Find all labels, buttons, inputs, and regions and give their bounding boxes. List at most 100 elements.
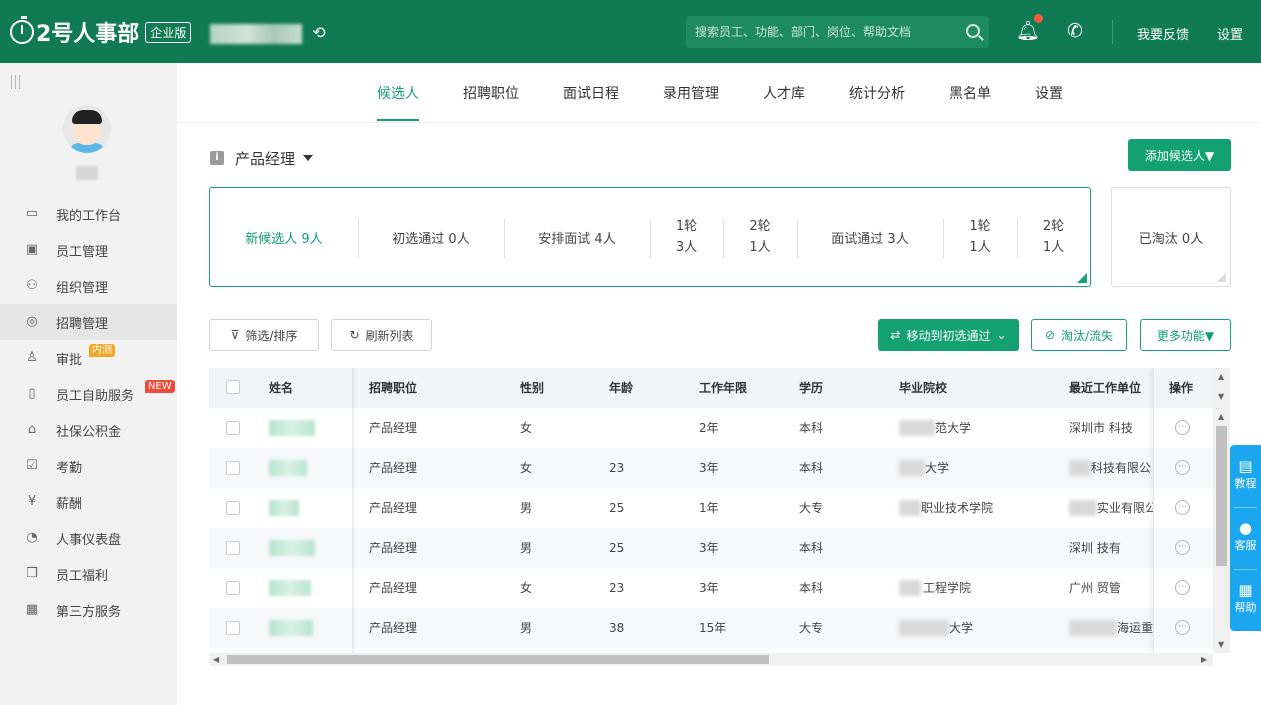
table-row[interactable]: 产品经理 女 2年 本科 范大学 深圳市 科技 ⋯ — [209, 408, 1213, 448]
sidebar-item-attendance[interactable]: ☑ 考勤 — [0, 448, 177, 484]
refresh-list-button[interactable]: ↻ 刷新列表 — [331, 319, 432, 351]
candidate-name-redacted[interactable] — [269, 620, 313, 636]
column-header[interactable]: 学历 — [799, 368, 823, 408]
stage-eliminated[interactable]: 已淘汰 0人 — [1111, 187, 1231, 287]
table-row[interactable]: 产品经理 女 23 3年 本科 大学 科技有限公 ⋯ — [209, 448, 1213, 488]
add-candidate-button[interactable]: 添加候选人▼ — [1128, 139, 1231, 171]
stage-interview-pass[interactable]: 面试通过 3人 — [797, 188, 943, 286]
column-header[interactable]: 最近工作单位 — [1069, 368, 1141, 408]
column-header[interactable]: 招聘职位 — [369, 368, 417, 408]
tab-interview-schedule[interactable]: 面试日程 — [563, 83, 619, 103]
scroll-right-icon[interactable]: ▶ — [1201, 653, 1207, 666]
scroll-down-icon[interactable]: ▼ — [1218, 392, 1224, 401]
customer-service-button[interactable]: ● 客服 — [1230, 519, 1261, 553]
sidebar-item-third-party[interactable]: ▦ 第三方服务 — [0, 592, 177, 628]
cell-company: 科技有限公 — [1091, 461, 1152, 475]
sidebar-item-self-service[interactable]: ▯ 员工自助服务 NEW — [0, 376, 177, 412]
house-icon: ⌂ — [27, 422, 37, 437]
sidebar-item-dashboard[interactable]: ◔ 人事仪表盘 — [0, 520, 177, 556]
eliminate-button[interactable]: ⊘ 淘汰/流失 — [1031, 319, 1127, 351]
row-checkbox[interactable] — [226, 541, 240, 555]
candidate-name-redacted[interactable] — [269, 540, 315, 556]
tab-blacklist[interactable]: 黑名单 — [949, 83, 991, 103]
row-checkbox[interactable] — [226, 581, 240, 595]
stage-screen-pass[interactable]: 初选通过 0人 — [358, 188, 504, 286]
horizontal-scrollbar[interactable]: ◀ ▶ — [209, 653, 1213, 666]
table-row[interactable]: 产品经理 男 38 15年 大专 大学 海运重 ⋯ — [209, 608, 1213, 648]
scroll-thumb[interactable] — [227, 655, 769, 664]
table-row[interactable]: 产品经理 女 23 3年 本科 工程学院 广州 贸管 ⋯ — [209, 568, 1213, 608]
vertical-scrollbar[interactable]: ▲ ▼ ▲ ▼ — [1213, 368, 1230, 653]
column-header[interactable]: 性别 — [520, 368, 544, 408]
column-header[interactable]: 工作年限 — [699, 368, 747, 408]
company-name-redacted[interactable] — [210, 24, 302, 44]
tab-offer-management[interactable]: 录用管理 — [663, 83, 719, 103]
column-header[interactable]: 毕业院校 — [899, 368, 947, 408]
stage-arrange-interview[interactable]: 安排面试 4人 — [504, 188, 650, 286]
table-row[interactable]: 产品经理 男 25 3年 本科 深圳 技有 ⋯ — [209, 528, 1213, 568]
scroll-thumb[interactable] — [1216, 426, 1227, 566]
phone-icon[interactable]: ✆ — [1064, 20, 1086, 42]
sidebar-item-organization[interactable]: ⚇ 组织管理 — [0, 268, 177, 304]
divider — [1234, 569, 1257, 570]
filter-sort-button[interactable]: ⊽ 筛选/排序 — [209, 319, 319, 351]
stage-arrange-round-1[interactable]: 1轮 3人 — [650, 188, 723, 286]
move-to-screen-pass-button[interactable]: ⇄ 移动到初选通过 ⌄ — [878, 319, 1019, 351]
row-checkbox[interactable] — [226, 461, 240, 475]
table-row[interactable]: 产品经理 男 25 1年 大专 职业技术学院 实业有限公 ⋯ — [209, 488, 1213, 528]
switch-company-icon[interactable]: ⟲ — [310, 24, 328, 42]
more-functions-button[interactable]: 更多功能▼ — [1140, 319, 1231, 351]
move-label: 移动到初选通过 — [906, 328, 991, 343]
sidebar-item-employees[interactable]: ▣ 员工管理 — [0, 232, 177, 268]
scroll-up-icon[interactable]: ▲ — [1218, 372, 1224, 381]
sidebar-item-approval[interactable]: ♙ 审批 内测 — [0, 340, 177, 376]
id-card-icon: ▤ — [1238, 457, 1253, 475]
collapse-sidebar-icon[interactable] — [11, 75, 24, 89]
candidate-name-redacted[interactable] — [269, 580, 311, 596]
tab-settings[interactable]: 设置 — [1035, 83, 1063, 103]
column-header[interactable]: 年龄 — [609, 368, 633, 408]
sidebar-item-workbench[interactable]: ▭ 我的工作台 — [0, 196, 177, 232]
row-checkbox[interactable] — [226, 501, 240, 515]
select-all-checkbox[interactable] — [226, 380, 240, 394]
settings-link[interactable]: 设置 — [1217, 24, 1243, 43]
position-select[interactable]: i 产品经理 — [210, 148, 314, 168]
candidate-name-redacted[interactable] — [269, 500, 299, 516]
help-label: 帮助 — [1234, 601, 1257, 614]
column-header[interactable]: 姓名 — [269, 368, 293, 408]
candidate-name-redacted[interactable] — [269, 460, 307, 476]
sidebar-item-payroll[interactable]: ¥ 薪酬 — [0, 484, 177, 520]
sidebar-item-benefits[interactable]: ❒ 员工福利 — [0, 556, 177, 592]
row-checkbox[interactable] — [226, 421, 240, 435]
sidebar-item-social-security[interactable]: ⌂ 社保公积金 — [0, 412, 177, 448]
tab-job-positions[interactable]: 招聘职位 — [463, 83, 519, 103]
search-icon[interactable] — [966, 24, 980, 38]
search-input[interactable] — [686, 16, 956, 48]
stage-arrange-round-2[interactable]: 2轮 1人 — [723, 188, 797, 286]
help-button[interactable]: ▦ 帮助 — [1230, 581, 1261, 615]
avatar[interactable] — [63, 105, 111, 153]
sidebar-item-recruitment[interactable]: ◎ 招聘管理 — [0, 304, 177, 340]
feedback-link[interactable]: 我要反馈 — [1137, 24, 1189, 43]
stage-new-candidates[interactable]: 新候选人 9人 — [210, 188, 358, 286]
sidebar-item-label: 人事仪表盘 — [56, 532, 122, 548]
tab-statistics[interactable]: 统计分析 — [849, 83, 905, 103]
logo[interactable]: 2号人事部 企业版 — [10, 15, 192, 49]
bell-icon[interactable]: 🔔︎ — [1016, 20, 1040, 42]
round-label: 2轮 — [1042, 219, 1065, 234]
tab-candidates[interactable]: 候选人 — [377, 83, 419, 103]
cell-position: 产品经理 — [369, 621, 418, 635]
tutorial-button[interactable]: ▤ 教程 — [1230, 457, 1261, 491]
scroll-up-icon[interactable]: ▲ — [1218, 412, 1224, 421]
stage-pass-round-1[interactable]: 1轮 1人 — [943, 188, 1017, 286]
floating-help-panel: ▤ 教程 ● 客服 ▦ 帮助 — [1230, 445, 1261, 631]
row-checkbox[interactable] — [226, 621, 240, 635]
tab-talent-pool[interactable]: 人才库 — [763, 83, 805, 103]
position-label: 产品经理 — [235, 149, 296, 168]
cell-school: 范大学 — [935, 421, 972, 435]
candidate-name-redacted[interactable] — [269, 420, 315, 436]
scroll-left-icon[interactable]: ◀ — [213, 653, 219, 666]
scroll-down-icon[interactable]: ▼ — [1218, 640, 1224, 649]
stage-pass-round-2[interactable]: 2轮 1人 — [1017, 188, 1090, 286]
filter-sort-label: 筛选/排序 — [245, 328, 298, 343]
